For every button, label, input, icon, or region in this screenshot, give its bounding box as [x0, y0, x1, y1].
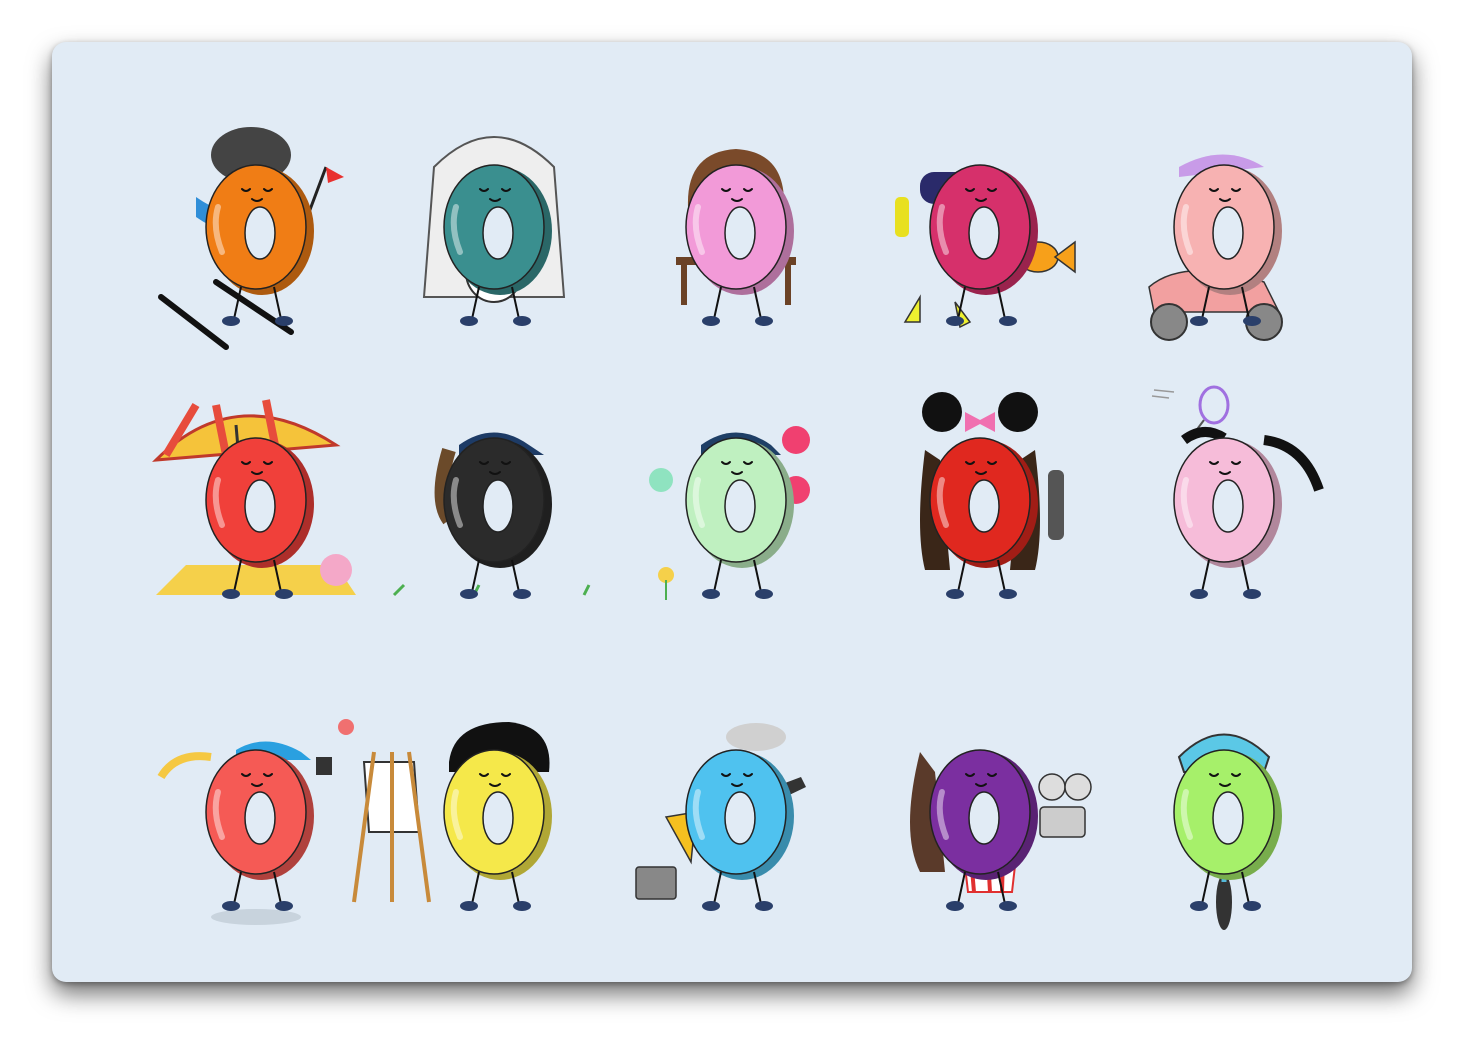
sticker-movies [860, 692, 1100, 932]
sticker-golf [374, 380, 614, 620]
sticker-running [136, 692, 376, 932]
donut-body [205, 437, 314, 568]
cat-icon [422, 136, 566, 326]
sticker-makeup [616, 107, 856, 347]
easel-icon [352, 722, 552, 911]
ski-icon [158, 127, 344, 350]
bicycle-icon [1173, 733, 1282, 930]
sticker-scooter [1104, 107, 1344, 347]
sticker-guitar [616, 692, 856, 932]
sticker-grid [52, 42, 1412, 982]
scooter-icon [1148, 154, 1283, 341]
sticker-beach [136, 380, 376, 620]
mouse-ears-icon [920, 392, 1064, 599]
sticker-cozy-with-cat [374, 107, 614, 347]
sticker-family-walk [616, 380, 856, 620]
popcorn-icon [910, 749, 1092, 911]
donut-body [685, 437, 794, 568]
lipstick-icon [676, 149, 796, 326]
running-icon [157, 719, 354, 925]
sticker-snorkeling [860, 107, 1100, 347]
sticker-theme-park [860, 380, 1100, 620]
sticker-painting [352, 692, 614, 932]
donut-body [929, 164, 1038, 295]
racket-icon [1151, 385, 1324, 599]
flower-icon [649, 426, 810, 600]
donut-body [1173, 437, 1282, 568]
golf-icon [392, 432, 591, 599]
fish-icon [895, 164, 1076, 329]
sticker-skiing [136, 107, 376, 350]
sticker-board [52, 42, 1412, 982]
sticker-badminton [1104, 380, 1344, 620]
donut-body [929, 749, 1038, 880]
donut-body [205, 164, 314, 295]
guitar-icon [635, 723, 806, 911]
donut-body [685, 749, 794, 880]
donut-body [205, 749, 314, 880]
sticker-cycling [1104, 692, 1344, 932]
donut-body [443, 437, 552, 568]
umbrella-icon [152, 399, 356, 599]
